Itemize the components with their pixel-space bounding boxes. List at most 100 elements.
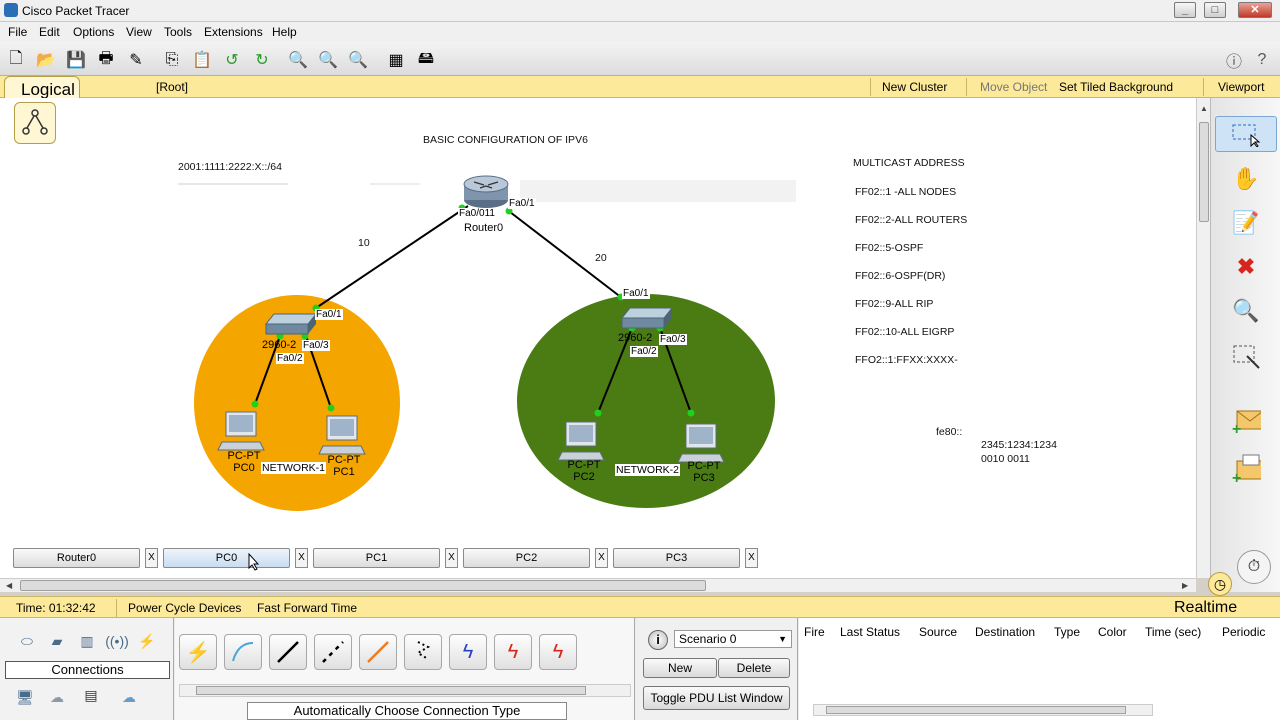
save-icon[interactable]: 💾 (66, 50, 86, 70)
pdu-tab-close-button[interactable]: X (145, 548, 158, 568)
coaxial-cable-icon[interactable]: ϟ (449, 634, 487, 670)
pdu-tab-pc0[interactable]: PC0 (163, 548, 290, 568)
column-destination[interactable]: Destination (975, 625, 1035, 639)
toggle-pdu-list-button[interactable]: Toggle PDU List Window (643, 686, 790, 710)
copy-icon[interactable]: ⎘ (162, 50, 182, 70)
new-file-icon[interactable]: 🗋 (6, 50, 26, 70)
new-cluster-button[interactable]: New Cluster (882, 80, 947, 94)
redo-icon[interactable]: ↻ (252, 50, 272, 70)
new-scenario-button[interactable]: New (643, 658, 717, 678)
connection-types-scrollbar[interactable] (179, 684, 631, 697)
pdu-tab-router0[interactable]: Router0 (13, 548, 140, 568)
routers-category-icon[interactable]: ⬭ (16, 632, 38, 650)
vertical-scroll-thumb[interactable] (1199, 122, 1209, 222)
pdu-list-scroll-thumb[interactable] (826, 706, 1126, 714)
fiber-cable-icon[interactable] (359, 634, 397, 670)
zoom-reset-icon[interactable]: 🔍 (318, 50, 338, 70)
pc3-label[interactable]: PC-PT PC3 (684, 460, 724, 484)
close-button[interactable]: ✕ (1238, 2, 1272, 18)
power-cycle-devices-button[interactable]: Power Cycle Devices (128, 601, 241, 615)
workspace-vertical-scrollbar[interactable]: ▲ (1196, 98, 1210, 578)
pdu-tab-close-button[interactable]: X (595, 548, 608, 568)
add-complex-pdu-icon[interactable]: + (1231, 454, 1261, 485)
connection-types-scroll-thumb[interactable] (196, 686, 586, 695)
router0-device[interactable] (462, 174, 510, 208)
select-tool-icon[interactable] (1215, 116, 1277, 152)
menu-options[interactable]: Options (73, 25, 114, 39)
column-periodic[interactable]: Periodic (1222, 625, 1265, 639)
viewport-button[interactable]: Viewport (1218, 80, 1264, 94)
switch0-device[interactable] (264, 310, 318, 336)
switch1-device[interactable] (620, 304, 674, 330)
info-icon[interactable]: ⓘ (1224, 50, 1244, 71)
menu-file[interactable]: File (8, 25, 27, 39)
print-icon[interactable]: 🖶 (96, 50, 116, 70)
menu-view[interactable]: View (126, 25, 152, 39)
inspect-magnifier-icon[interactable]: 🔍 (1231, 296, 1261, 326)
navigation-icon[interactable] (14, 102, 56, 144)
menu-help[interactable]: Help (272, 25, 297, 39)
realtime-clock-icon[interactable]: ◷ (1208, 572, 1232, 596)
column-source[interactable]: Source (919, 625, 957, 639)
maximize-button[interactable]: □ (1204, 2, 1226, 18)
activity-wizard-icon[interactable]: ✎ (126, 50, 146, 70)
pc2-label[interactable]: PC-PT PC2 (564, 459, 604, 483)
open-folder-icon[interactable]: 📂 (36, 50, 56, 70)
logical-tab[interactable]: Logical (4, 76, 80, 100)
column-time-sec[interactable]: Time (sec) (1145, 625, 1201, 639)
help-icon[interactable]: ? (1252, 50, 1272, 70)
palette-icon[interactable]: ▦ (386, 50, 406, 70)
pdu-tab-close-button[interactable]: X (295, 548, 308, 568)
undo-icon[interactable]: ↺ (222, 50, 242, 70)
serial-dce-cable-icon[interactable]: ϟ (494, 634, 532, 670)
pdu-tab-pc1[interactable]: PC1 (313, 548, 440, 568)
pdu-tab-pc2[interactable]: PC2 (463, 548, 590, 568)
add-simple-pdu-icon[interactable]: + (1231, 406, 1261, 436)
move-object-button[interactable]: Move Object (980, 80, 1047, 94)
fast-forward-time-button[interactable]: Fast Forward Time (257, 601, 357, 615)
router-name-label[interactable]: Router0 (464, 222, 503, 234)
custom-devices-category-icon[interactable]: ▤ (80, 686, 102, 704)
simulation-mode-icon[interactable]: ⏱ (1237, 550, 1271, 584)
pdu-tab-close-button[interactable]: X (745, 548, 758, 568)
paste-icon[interactable]: 📋 (192, 50, 212, 70)
wan-emulation-category-icon[interactable]: ☁ (46, 688, 68, 706)
place-note-icon[interactable]: 📝 (1231, 208, 1261, 238)
menu-tools[interactable]: Tools (164, 25, 192, 39)
phone-cable-icon[interactable] (404, 634, 442, 670)
console-cable-icon[interactable] (224, 634, 262, 670)
pdu-list-scrollbar[interactable] (813, 704, 1153, 716)
end-devices-category-icon[interactable]: 🖥 (14, 688, 36, 706)
pdu-tab-pc3[interactable]: PC3 (613, 548, 740, 568)
set-tiled-background-button[interactable]: Set Tiled Background (1059, 80, 1173, 94)
serial-dte-cable-icon[interactable]: ϟ (539, 634, 577, 670)
delete-icon[interactable]: ✖ (1231, 252, 1261, 282)
menu-edit[interactable]: Edit (39, 25, 60, 39)
logical-workspace[interactable]: BASIC CONFIGURATION OF IPV6 2001:1111:22… (0, 98, 1196, 578)
pc1-label[interactable]: PC-PT PC1 (324, 454, 364, 478)
wireless-category-icon[interactable]: ((•)) (105, 632, 129, 650)
hubs-category-icon[interactable]: ▥ (76, 632, 98, 650)
delete-scenario-button[interactable]: Delete (718, 658, 790, 678)
crossover-cable-icon[interactable] (314, 634, 352, 670)
column-fire[interactable]: Fire (804, 625, 825, 639)
auto-connection-icon[interactable]: ⚡ (179, 634, 217, 670)
scenario-select[interactable]: Scenario 0 ▼ (674, 630, 792, 648)
column-last-status[interactable]: Last Status (840, 625, 900, 639)
custom-device-icon[interactable]: 🖴 (416, 50, 436, 70)
workspace-horizontal-scrollbar[interactable]: ◀ ▶ (0, 578, 1196, 592)
column-color[interactable]: Color (1098, 625, 1127, 639)
resize-shape-icon[interactable] (1231, 342, 1261, 372)
straight-through-cable-icon[interactable] (269, 634, 307, 670)
zoom-in-icon[interactable]: 🔍 (288, 50, 308, 70)
multiuser-category-icon[interactable]: ☁ (118, 688, 140, 706)
connections-category-icon[interactable]: ⚡ (136, 632, 158, 650)
realtime-mode-label[interactable]: Realtime (1174, 599, 1237, 617)
move-layout-hand-icon[interactable]: ✋ (1231, 164, 1261, 194)
scenario-info-icon[interactable]: i (648, 630, 668, 650)
zoom-out-icon[interactable]: 🔍 (348, 50, 368, 70)
pc0-label[interactable]: PC-PT PC0 (224, 450, 264, 474)
menu-extensions[interactable]: Extensions (204, 25, 263, 39)
root-breadcrumb[interactable]: [Root] (156, 80, 188, 94)
switches-category-icon[interactable]: ▰ (46, 632, 68, 650)
